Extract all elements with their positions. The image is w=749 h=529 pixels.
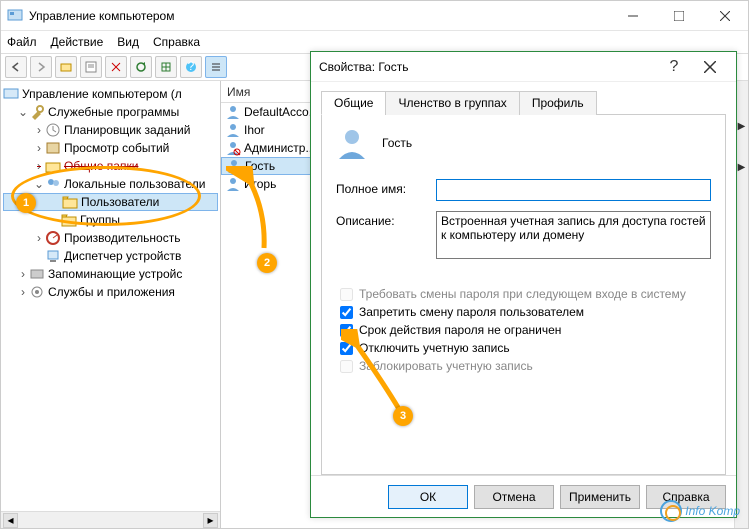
expand-icon[interactable]: ⌄ <box>17 105 29 119</box>
help-button[interactable]: ? <box>180 56 202 78</box>
minimize-button[interactable] <box>610 1 656 31</box>
cancel-button[interactable]: Отмена <box>474 485 554 509</box>
fullname-input[interactable] <box>436 179 711 201</box>
tree-storage[interactable]: ›Запоминающие устройс <box>3 265 218 283</box>
annotation-arrow-2 <box>226 166 286 261</box>
annotation-balloon-3: 3 <box>393 406 413 426</box>
scroll-right-icon[interactable]: ▸ <box>203 513 218 528</box>
tools-icon <box>29 104 45 120</box>
tree-pane: Управление компьютером (л ⌄ Служебные пр… <box>1 81 221 528</box>
user-icon <box>225 122 241 138</box>
ok-button[interactable]: ОК <box>388 485 468 509</box>
column-name[interactable]: Имя <box>227 85 250 99</box>
computer-icon <box>3 86 19 102</box>
annotation-balloon-2: 2 <box>257 253 277 273</box>
watermark: Info Komp <box>660 500 740 522</box>
dialog-titlebar: Свойства: Гость ? <box>311 52 736 82</box>
menu-view[interactable]: Вид <box>117 35 139 49</box>
chk-must-change-password: Требовать смены пароля при следующем вхо… <box>340 287 711 301</box>
properties-dialog: Свойства: Гость ? Общие Членство в групп… <box>310 51 737 518</box>
tree-device-manager[interactable]: Диспетчер устройств <box>3 247 218 265</box>
dialog-help-button[interactable]: ? <box>656 53 692 81</box>
tab-content: Гость Полное имя: Описание: Встроенная у… <box>321 115 726 475</box>
menu-action[interactable]: Действие <box>51 35 104 49</box>
device-icon <box>45 248 61 264</box>
annotation-balloon-1: 1 <box>16 193 36 213</box>
menu-help[interactable]: Справка <box>153 35 200 49</box>
svg-text:?: ? <box>188 61 195 73</box>
window-titlebar: Управление компьютером <box>1 1 748 31</box>
menu-file[interactable]: Файл <box>7 35 37 49</box>
properties-button[interactable] <box>80 56 102 78</box>
clock-icon <box>45 122 61 138</box>
dialog-close-button[interactable] <box>692 53 728 81</box>
perf-icon <box>45 230 61 246</box>
annotation-ring <box>11 166 201 226</box>
description-input[interactable]: Встроенная учетная запись для доступа го… <box>436 211 711 259</box>
event-icon <box>45 140 61 156</box>
tree-scheduler[interactable]: ›Планировщик заданий <box>3 121 218 139</box>
apply-button[interactable]: Применить <box>560 485 640 509</box>
description-label: Описание: <box>336 211 436 228</box>
menu-bar: Файл Действие Вид Справка <box>1 31 748 53</box>
dialog-title: Свойства: Гость <box>319 60 656 74</box>
user-large-icon <box>336 127 368 159</box>
window-title: Управление компьютером <box>29 9 610 23</box>
chk-cannot-change-password[interactable]: Запретить смену пароля пользователем <box>340 305 711 319</box>
user-icon <box>225 104 241 120</box>
tree-services[interactable]: ›Службы и приложения <box>3 283 218 301</box>
tree-event-viewer[interactable]: ›Просмотр событий <box>3 139 218 157</box>
app-icon <box>7 8 23 24</box>
close-button[interactable] <box>702 1 748 31</box>
tab-general[interactable]: Общие <box>321 91 386 115</box>
refresh-button[interactable] <box>130 56 152 78</box>
tree-system-tools[interactable]: ⌄ Служебные программы <box>3 103 218 121</box>
dialog-tabs: Общие Членство в группах Профиль <box>321 90 726 115</box>
username-label: Гость <box>382 136 412 150</box>
chevron-right-icon[interactable]: ▶ <box>738 121 746 132</box>
up-button[interactable] <box>55 56 77 78</box>
watermark-icon <box>660 500 682 522</box>
user-disabled-icon <box>225 140 241 156</box>
export-button[interactable] <box>155 56 177 78</box>
tree-hscrollbar[interactable]: ◂ ▸ <box>1 511 220 528</box>
tree-performance[interactable]: ›Производительность <box>3 229 218 247</box>
tree-root[interactable]: Управление компьютером (л <box>3 85 218 103</box>
fullname-label: Полное имя: <box>336 179 436 196</box>
maximize-button[interactable] <box>656 1 702 31</box>
back-button[interactable] <box>5 56 27 78</box>
delete-button[interactable] <box>105 56 127 78</box>
scroll-left-icon[interactable]: ◂ <box>3 513 18 528</box>
details-view-button[interactable] <box>205 56 227 78</box>
annotation-arrow-3 <box>341 329 421 419</box>
services-icon <box>29 284 45 300</box>
chevron-right-icon[interactable]: ▶ <box>738 162 746 173</box>
tab-member-of[interactable]: Членство в группах <box>385 91 519 115</box>
forward-button[interactable] <box>30 56 52 78</box>
storage-icon <box>29 266 45 282</box>
tab-profile[interactable]: Профиль <box>519 91 597 115</box>
